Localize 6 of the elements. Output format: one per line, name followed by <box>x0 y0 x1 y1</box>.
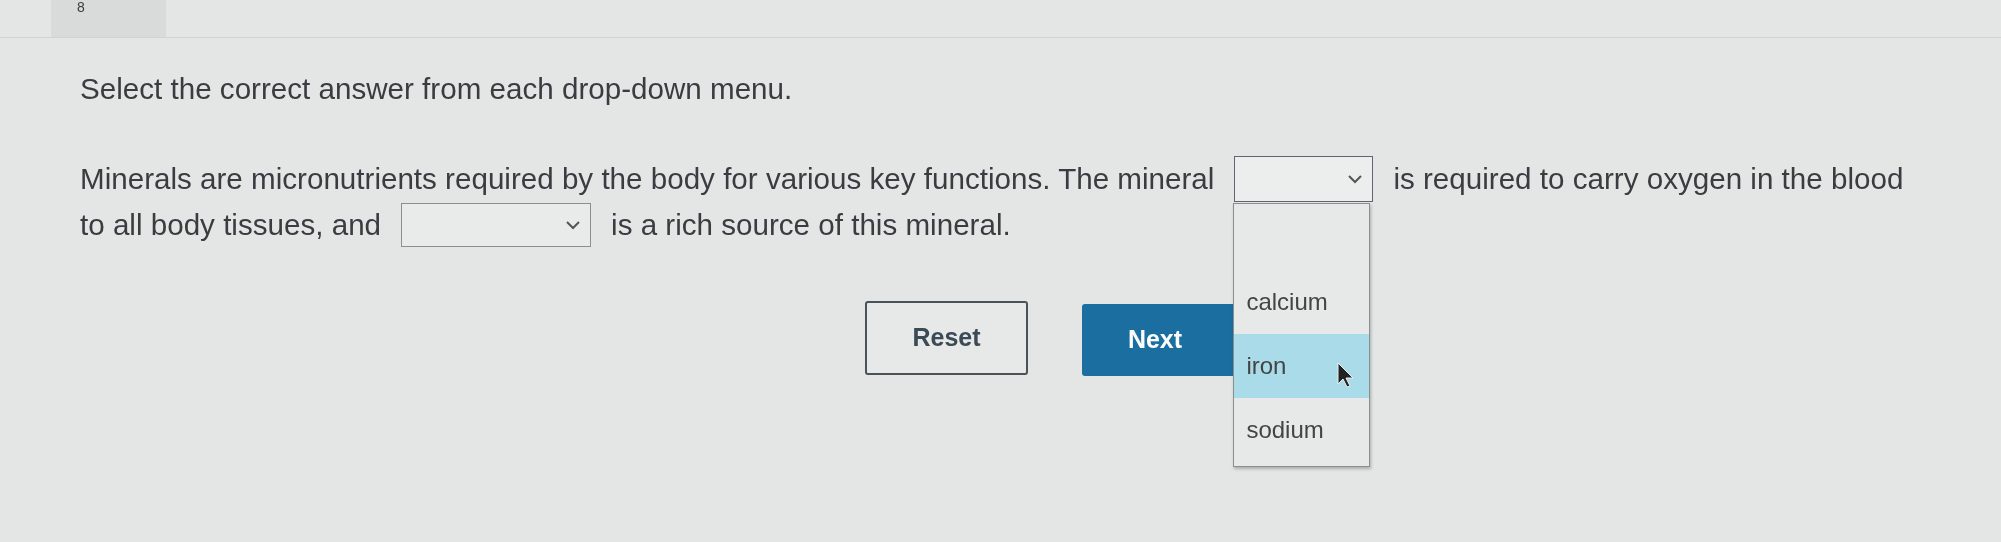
sentence-text: Minerals are micronutrients required by the body for various key functions. The mineral <box>80 160 1215 197</box>
sentence-text: is required to carry oxygen in the blood <box>1393 160 1904 197</box>
question-number: 8 <box>51 0 166 37</box>
sentence-text: is a rich source of this mineral. <box>611 206 1011 243</box>
sentence-text: to all body tissues, and <box>80 206 382 243</box>
instruction-text: Select the correct answer from each drop-down menu. <box>80 72 794 106</box>
